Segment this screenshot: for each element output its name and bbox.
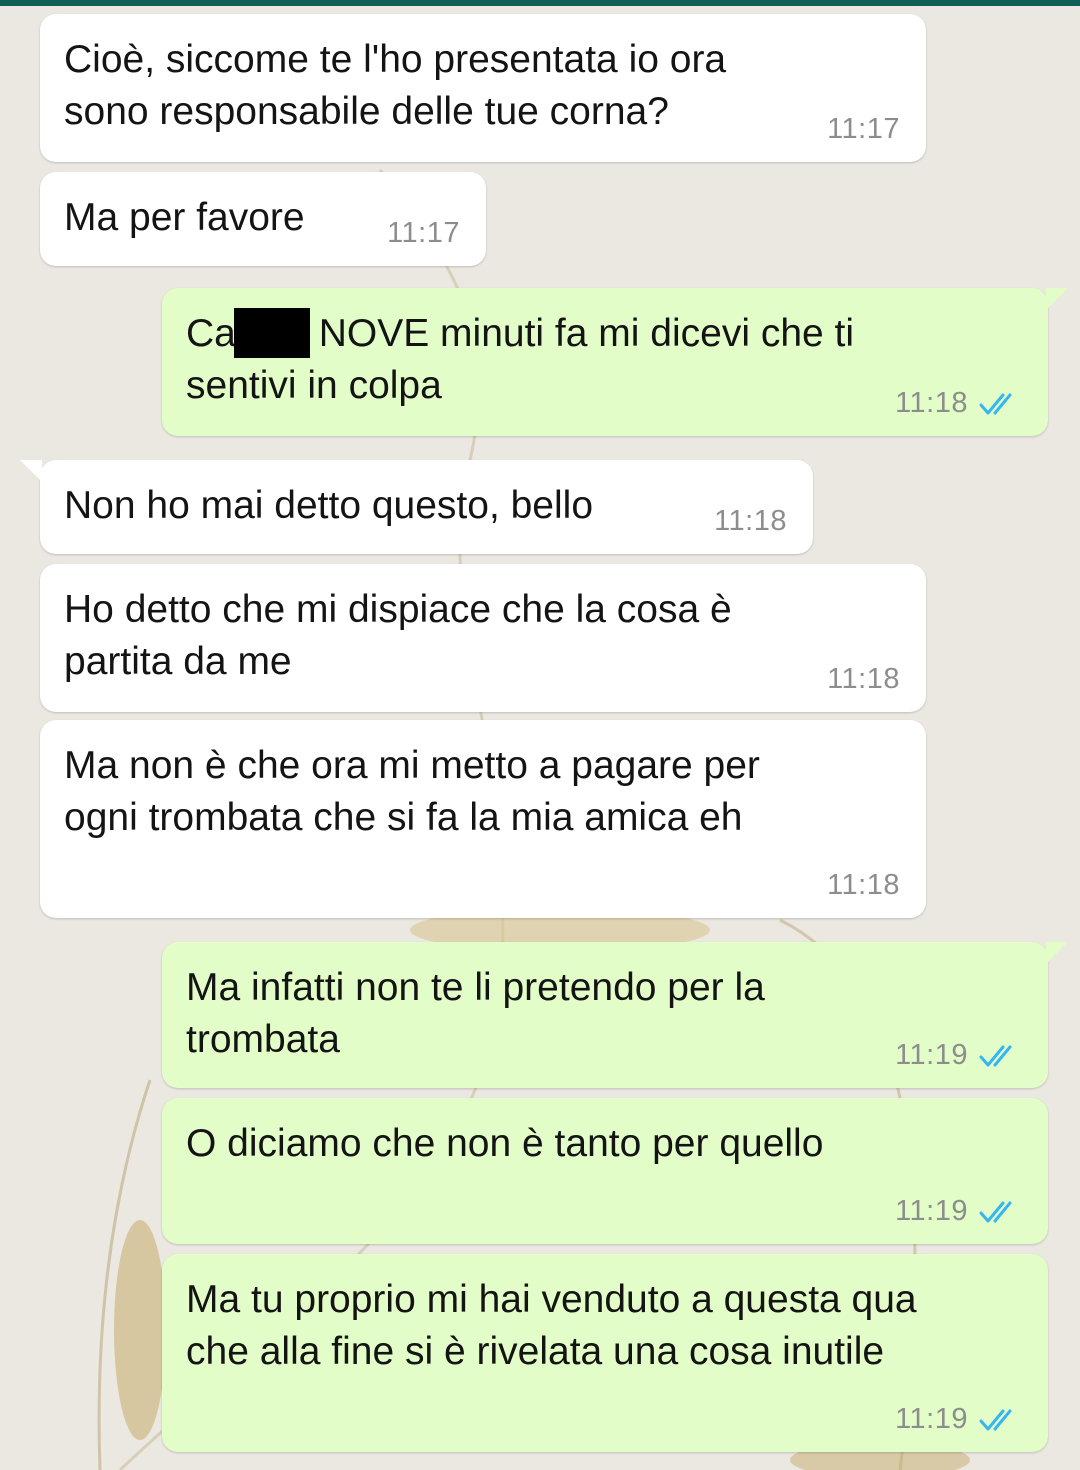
message-text: O diciamo che non è tanto per quello <box>186 1122 824 1165</box>
message-text: Ma non è che ora mi metto a pagare per o… <box>64 744 760 839</box>
double-check-icon <box>979 1409 1012 1430</box>
message-time: 11:19 <box>895 1403 968 1435</box>
bubble-tail <box>1046 288 1068 310</box>
message-meta: 11:19 <box>895 1195 1022 1228</box>
message-incoming[interactable]: Ma non è che ora mi metto a pagare per o… <box>40 720 926 918</box>
double-check-icon <box>979 1045 1012 1066</box>
message-text: Cioè, siccome te l'ho presentata io ora … <box>64 38 727 133</box>
message-time: 11:19 <box>895 1039 968 1071</box>
message-incoming[interactable]: Ma per favore 11:17 <box>40 172 486 266</box>
bubble-tail <box>20 460 42 482</box>
message-time: 11:17 <box>387 217 460 249</box>
message-time: 11:17 <box>827 113 900 145</box>
message-incoming[interactable]: Non ho mai detto questo, bello 11:18 <box>20 460 813 554</box>
message-time: 11:18 <box>827 663 900 695</box>
message-text-prefix: Ca <box>186 312 236 355</box>
message-meta: 11:17 <box>827 113 900 146</box>
message-meta: 11:18 <box>827 869 900 902</box>
message-list[interactable]: Cioè, siccome te l'ho presentata io ora … <box>0 0 1080 1470</box>
message-time: 11:19 <box>895 1195 968 1227</box>
message-meta: 11:18 <box>895 387 1022 420</box>
message-text: Ma tu proprio mi hai venduto a questa qu… <box>186 1278 917 1373</box>
message-meta: 11:19 <box>895 1403 1022 1436</box>
message-time: 11:18 <box>827 869 900 901</box>
bubble-tail <box>1046 942 1068 964</box>
message-incoming[interactable]: Ho detto che mi dispiace che la cosa è p… <box>40 564 926 712</box>
message-meta: 11:18 <box>714 505 787 538</box>
message-meta: 11:17 <box>387 217 460 250</box>
message-text: Ho detto che mi dispiace che la cosa è p… <box>64 588 732 683</box>
message-outgoing[interactable]: O diciamo che non è tanto per quello 11:… <box>162 1098 1048 1244</box>
message-time: 11:18 <box>714 505 787 537</box>
message-incoming[interactable]: Cioè, siccome te l'ho presentata io ora … <box>40 14 926 162</box>
double-check-icon <box>979 1201 1012 1222</box>
message-time: 11:18 <box>895 387 968 419</box>
message-meta: 11:18 <box>827 663 900 696</box>
message-outgoing[interactable]: Ma tu proprio mi hai venduto a questa qu… <box>162 1254 1048 1452</box>
message-text: Non ho mai detto questo, bello <box>64 484 594 527</box>
message-meta: 11:19 <box>895 1039 1022 1072</box>
double-check-icon <box>979 393 1012 414</box>
message-outgoing[interactable]: Ma infatti non te li pretendo per la tro… <box>162 942 1068 1088</box>
redaction-block <box>233 308 310 358</box>
message-outgoing[interactable]: Ca NOVE minuti fa mi dicevi che ti senti… <box>162 288 1068 436</box>
